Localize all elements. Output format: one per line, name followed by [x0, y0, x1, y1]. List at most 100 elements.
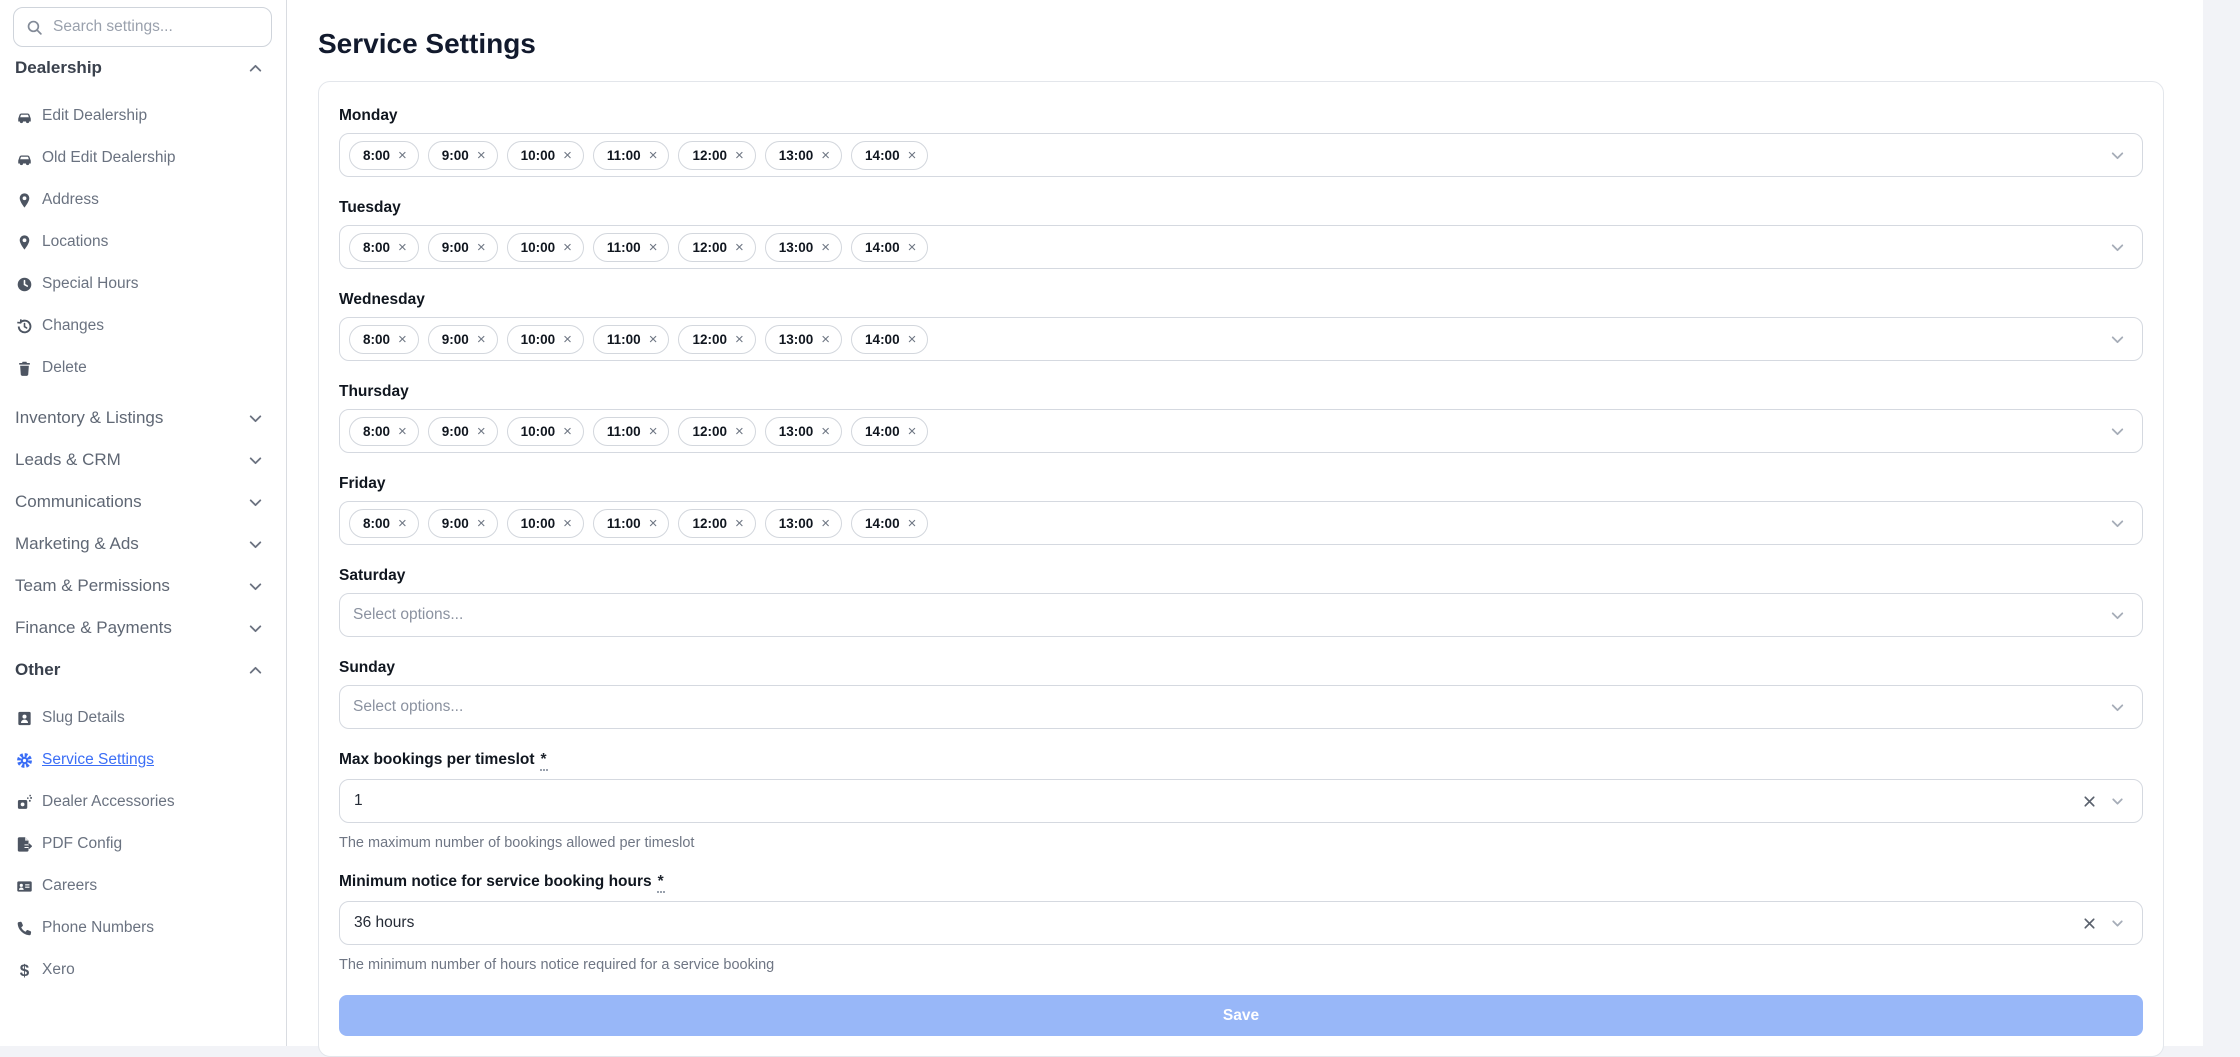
remove-tag-icon[interactable]: × — [398, 148, 407, 163]
remove-tag-icon[interactable]: × — [908, 516, 917, 531]
time-tag: 13:00 × — [764, 416, 843, 446]
saturday-select[interactable]: Select options... — [339, 593, 2143, 637]
selected-tags: 8:00 × 9:00 × 10:00 × 11:00 × 12:00 × 13:00 × 14:00 × — [349, 232, 929, 262]
time-tag-label: 8:00 — [363, 147, 391, 163]
section-header-communications[interactable]: Communications — [13, 481, 272, 523]
section-header-dealership[interactable]: Dealership — [13, 47, 272, 89]
remove-tag-icon[interactable]: × — [477, 148, 486, 163]
sunday-select[interactable]: Select options... — [339, 685, 2143, 729]
tuesday-select[interactable]: 8:00 × 9:00 × 10:00 × 11:00 × 12:00 × 13:00 × 14:00 × — [339, 225, 2143, 269]
save-button[interactable]: Save — [339, 995, 2143, 1036]
remove-tag-icon[interactable]: × — [649, 148, 658, 163]
sidebar-item-dealer-accessories[interactable]: Dealer Accessories — [13, 781, 272, 823]
section-header-leads-crm[interactable]: Leads & CRM — [13, 439, 272, 481]
section-header-team-permissions[interactable]: Team & Permissions — [13, 565, 272, 607]
time-tag: 13:00 × — [764, 508, 843, 538]
sidebar-item-label: Slug Details — [42, 709, 125, 726]
location-pin-icon — [16, 192, 33, 209]
search-box[interactable] — [13, 7, 272, 47]
remove-tag-icon[interactable]: × — [398, 332, 407, 347]
remove-tag-icon[interactable]: × — [649, 516, 658, 531]
remove-tag-icon[interactable]: × — [735, 240, 744, 255]
chevron-down-icon — [2109, 147, 2126, 164]
monday-select[interactable]: 8:00 × 9:00 × 10:00 × 11:00 × 12:00 × 13:00 × 14:00 × — [339, 133, 2143, 177]
remove-tag-icon[interactable]: × — [398, 516, 407, 531]
sidebar-item-label: Careers — [42, 877, 98, 894]
car-icon — [16, 150, 33, 167]
settings-card: Monday 8:00 × 9:00 × 10:00 × 11:00 × 12:00 × 13:00 ×… — [318, 81, 2164, 1057]
clear-icon[interactable] — [2081, 793, 2098, 810]
sidebar-item-address[interactable]: Address — [13, 179, 272, 221]
section-header-finance-payments[interactable]: Finance & Payments — [13, 607, 272, 649]
sidebar-item-pdf-config[interactable]: PDF Config — [13, 823, 272, 865]
field-sunday: Sunday Select options... — [339, 659, 2143, 729]
sidebar-item-phone-numbers[interactable]: Phone Numbers — [13, 907, 272, 949]
remove-tag-icon[interactable]: × — [908, 148, 917, 163]
remove-tag-icon[interactable]: × — [735, 332, 744, 347]
sidebar-item-careers[interactable]: Careers — [13, 865, 272, 907]
friday-select[interactable]: 8:00 × 9:00 × 10:00 × 11:00 × 12:00 × 13:00 × 14:00 × — [339, 501, 2143, 545]
wednesday-select[interactable]: 8:00 × 9:00 × 10:00 × 11:00 × 12:00 × 13:00 × 14:00 × — [339, 317, 2143, 361]
remove-tag-icon[interactable]: × — [649, 424, 658, 439]
time-tag-label: 11:00 — [606, 423, 641, 439]
chevron-up-icon — [247, 662, 264, 679]
search-input[interactable] — [53, 18, 259, 36]
time-tag-label: 12:00 — [692, 239, 727, 255]
sidebar-item-changes[interactable]: Changes — [13, 305, 272, 347]
remove-tag-icon[interactable]: × — [735, 148, 744, 163]
remove-tag-icon[interactable]: × — [477, 424, 486, 439]
remove-tag-icon[interactable]: × — [821, 424, 830, 439]
sidebar-item-label: Old Edit Dealership — [42, 149, 176, 166]
max-bookings-select[interactable]: 1 — [339, 779, 2143, 823]
max-bookings-value: 1 — [354, 792, 363, 809]
thursday-select[interactable]: 8:00 × 9:00 × 10:00 × 11:00 × 12:00 × 13:00 × 14:00 × — [339, 409, 2143, 453]
section-header-other[interactable]: Other — [13, 649, 272, 691]
time-tag-label: 13:00 — [778, 239, 814, 255]
time-tag-label: 13:00 — [778, 515, 814, 531]
remove-tag-icon[interactable]: × — [563, 240, 572, 255]
remove-tag-icon[interactable]: × — [398, 424, 407, 439]
file-export-icon — [16, 836, 33, 853]
sidebar-item-special-hours[interactable]: Special Hours — [13, 263, 272, 305]
chevron-down-icon — [2109, 607, 2126, 624]
remove-tag-icon[interactable]: × — [908, 424, 917, 439]
clear-icon[interactable] — [2081, 915, 2098, 932]
remove-tag-icon[interactable]: × — [563, 424, 572, 439]
sidebar-item-locations[interactable]: Locations — [13, 221, 272, 263]
remove-tag-icon[interactable]: × — [477, 240, 486, 255]
remove-tag-icon[interactable]: × — [398, 240, 407, 255]
contact-card-icon — [16, 710, 33, 727]
time-tag-label: 9:00 — [441, 239, 469, 255]
remove-tag-icon[interactable]: × — [563, 516, 572, 531]
remove-tag-icon[interactable]: × — [821, 148, 830, 163]
id-card-icon — [16, 878, 33, 895]
remove-tag-icon[interactable]: × — [821, 516, 830, 531]
section-header-inventory-listings[interactable]: Inventory & Listings — [13, 397, 272, 439]
remove-tag-icon[interactable]: × — [908, 332, 917, 347]
sidebar-item-service-settings[interactable]: Service Settings — [13, 739, 272, 781]
sidebar-item-old-edit-dealership[interactable]: Old Edit Dealership — [13, 137, 272, 179]
time-tag: 8:00 × — [349, 324, 419, 354]
remove-tag-icon[interactable]: × — [477, 332, 486, 347]
main-content: Service Settings Monday 8:00 × 9:00 × 10:00 × 1… — [287, 0, 2203, 1057]
remove-tag-icon[interactable]: × — [908, 240, 917, 255]
remove-tag-icon[interactable]: × — [477, 516, 486, 531]
remove-tag-icon[interactable]: × — [649, 332, 658, 347]
time-tag-label: 11:00 — [606, 515, 641, 531]
min-notice-select[interactable]: 36 hours — [339, 901, 2143, 945]
remove-tag-icon[interactable]: × — [563, 332, 572, 347]
sidebar-item-delete[interactable]: Delete — [13, 347, 272, 389]
remove-tag-icon[interactable]: × — [735, 516, 744, 531]
sidebar-item-edit-dealership[interactable]: Edit Dealership — [13, 95, 272, 137]
remove-tag-icon[interactable]: × — [821, 332, 830, 347]
time-tag-label: 9:00 — [441, 331, 469, 347]
remove-tag-icon[interactable]: × — [563, 148, 572, 163]
field-label: Saturday — [339, 567, 406, 584]
gear-icon — [16, 752, 33, 769]
remove-tag-icon[interactable]: × — [735, 424, 744, 439]
sidebar-item-slug-details[interactable]: Slug Details — [13, 697, 272, 739]
remove-tag-icon[interactable]: × — [649, 240, 658, 255]
remove-tag-icon[interactable]: × — [821, 240, 830, 255]
sidebar-item-xero[interactable]: $ Xero — [13, 949, 272, 991]
section-header-marketing-ads[interactable]: Marketing & Ads — [13, 523, 272, 565]
